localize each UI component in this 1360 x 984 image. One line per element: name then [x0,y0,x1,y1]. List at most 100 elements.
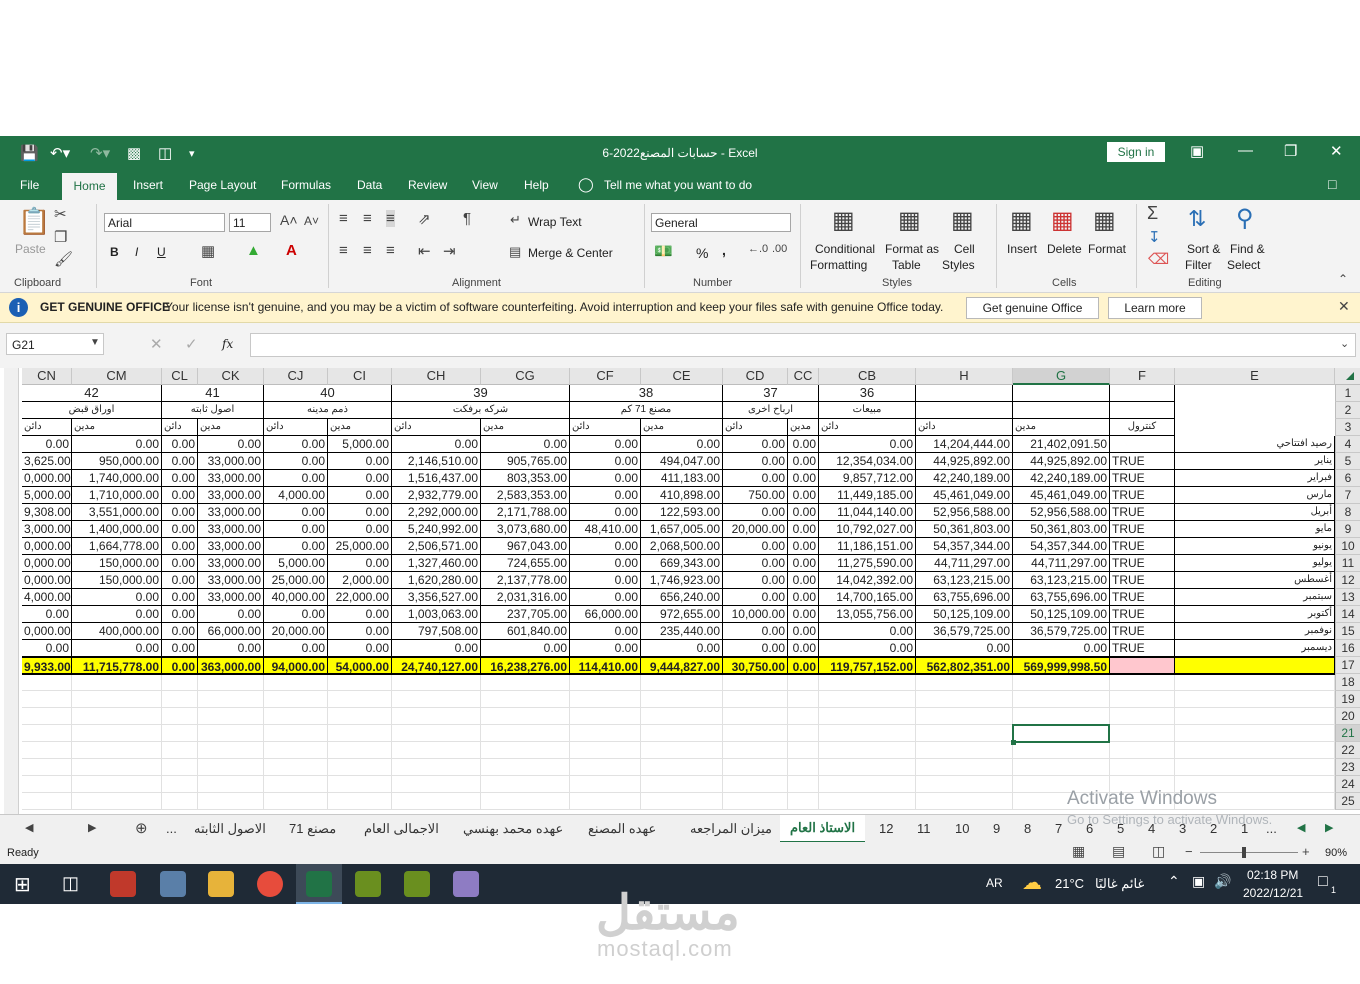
zoom-slider-thumb[interactable] [1242,847,1246,858]
data-cell[interactable]: 66,000.00 [198,623,264,640]
group-number[interactable]: 36 [819,385,916,402]
total-cell[interactable]: 9,933.00 [22,656,72,675]
total-cell[interactable]: 9,444,827.00 [641,656,723,675]
sheet-tab[interactable]: الاصول الثابته [194,821,266,837]
data-cell[interactable]: 656,240.00 [641,589,723,606]
total-cell[interactable]: 0.00 [788,656,819,675]
language-indicator[interactable]: AR [986,876,1003,890]
data-cell[interactable]: 4,000.00 [264,487,328,504]
group-number[interactable]: 42 [22,385,162,402]
fill-icon[interactable]: ↧ [1148,228,1161,246]
data-cell[interactable]: 0.00 [916,640,1013,657]
data-cell[interactable]: 44,925,892.00 [1013,453,1110,470]
data-cell[interactable]: 0.00 [264,640,328,657]
get-genuine-office-button[interactable]: Get genuine Office [966,297,1099,319]
total-cell[interactable]: 363,000.00 [198,656,264,675]
align-left-icon[interactable]: ≡ [339,242,348,259]
data-cell[interactable]: 0.00 [22,640,72,657]
data-cell[interactable]: 63,123,215.00 [1013,572,1110,589]
delete-cells-button[interactable]: Delete [1047,242,1082,256]
clock-date[interactable]: 2022/12/21 [1243,886,1303,900]
notifications-icon[interactable]: □ [1318,873,1328,891]
sheet-tab-8[interactable]: 8 [1024,821,1031,836]
cell-styles-label2[interactable]: Styles [942,258,975,272]
chrome-icon[interactable] [257,871,283,897]
column-header[interactable]: CN [22,368,72,385]
data-cell[interactable]: 50,125,109.00 [916,606,1013,623]
data-cell[interactable]: 972,655.00 [641,606,723,623]
data-cell[interactable]: 0,000.00 [22,470,72,487]
data-cell[interactable]: 44,925,892.00 [916,453,1013,470]
data-cell[interactable]: 0.00 [570,555,641,572]
select-all-icon[interactable] [1346,372,1354,380]
data-cell[interactable]: 669,343.00 [641,555,723,572]
data-cell[interactable]: 9,308.00 [22,504,72,521]
data-cell[interactable]: 0.00 [570,589,641,606]
zoom-level[interactable]: 90% [1325,847,1347,859]
worksheet-grid[interactable]: CN CM CL CK CJ CI CH CG CF CE CD CC CB H G F E 1 2 3 4 5 6 7 8 9 1… [0,368,1360,814]
data-cell[interactable]: 14,204,444.00 [916,436,1013,453]
data-cell[interactable]: 1,620,280.00 [392,572,481,589]
insert-cells-icon[interactable]: ▦ [1010,206,1033,235]
collapse-ribbon-icon[interactable]: ⌃ [1338,272,1348,286]
data-cell[interactable]: 0.00 [162,487,198,504]
data-cell[interactable]: 11,275,590.00 [819,555,916,572]
italic-button[interactable]: I [135,245,138,259]
data-cell[interactable]: 2,932,779.00 [392,487,481,504]
column-header[interactable]: CC [788,368,819,385]
data-cell[interactable]: 0.00 [788,623,819,640]
windows-start-icon[interactable]: ⊞ [14,872,31,897]
formula-input[interactable] [250,333,1356,357]
data-cell[interactable]: 0.00 [570,470,641,487]
data-cell[interactable]: 0.00 [264,436,328,453]
data-cell[interactable]: 5,240,992.00 [392,521,481,538]
data-cell[interactable]: 601,840.00 [481,623,570,640]
paint-3d-icon[interactable] [453,871,479,897]
data-cell[interactable]: 3,625.00 [22,453,72,470]
row-header[interactable]: 13 [1335,589,1360,606]
format-cells-icon[interactable]: ▦ [1093,206,1116,235]
data-cell[interactable]: 0.00 [328,606,392,623]
data-cell[interactable]: 11,449,185.00 [819,487,916,504]
row-label[interactable]: يوليو [1175,555,1335,572]
data-cell[interactable]: 48,410.00 [570,521,641,538]
data-cell[interactable]: 36,579,725.00 [916,623,1013,640]
grow-font-icon[interactable]: A˄ [280,212,298,228]
data-cell[interactable]: 0.00 [264,521,328,538]
data-cell[interactable]: TRUE [1110,487,1175,504]
total-cell[interactable] [1175,656,1335,675]
row-header[interactable]: 12 [1335,572,1360,589]
data-cell[interactable]: 52,956,588.00 [1013,504,1110,521]
data-cell[interactable]: 0.00 [723,623,788,640]
row-label[interactable]: أكتوبر [1175,606,1335,623]
merge-center-icon[interactable]: ▤ [509,244,521,260]
data-cell[interactable]: TRUE [1110,589,1175,606]
data-cell[interactable]: TRUE [1110,623,1175,640]
normal-view-icon[interactable]: ▦ [1072,843,1085,860]
data-cell[interactable]: 0.00 [641,640,723,657]
row-header[interactable]: 23 [1335,759,1360,776]
data-cell[interactable]: 950,000.00 [72,453,162,470]
group-number[interactable]: 37 [723,385,819,402]
column-header[interactable]: CJ [264,368,328,385]
row-header[interactable]: 2 [1335,402,1360,419]
data-cell[interactable]: 33,000.00 [198,555,264,572]
borders-icon[interactable]: ▦ [201,242,215,260]
temperature[interactable]: 21°C [1055,876,1084,891]
shrink-font-icon[interactable]: A˅ [304,214,319,228]
data-cell[interactable]: 0.00 [162,470,198,487]
total-cell[interactable]: 569,999,998.50 [1013,656,1110,675]
data-cell[interactable]: 14,042,392.00 [819,572,916,589]
expand-formula-icon[interactable]: ⌄ [1340,337,1349,350]
increase-decimal-icon[interactable]: ←.0 [748,243,768,255]
data-cell[interactable]: 21,402,091.50 [1013,436,1110,453]
header-cell[interactable] [1110,385,1175,402]
format-as-table-label[interactable]: Format as [885,242,939,256]
data-cell[interactable]: 0.00 [162,436,198,453]
network-icon[interactable]: ▣ [1192,873,1205,890]
total-cell[interactable]: 114,410.00 [570,656,641,675]
row-label[interactable]: مارس [1175,487,1335,504]
wrap-text-button[interactable]: Wrap Text [528,215,582,229]
data-cell[interactable]: 0.00 [788,555,819,572]
data-cell[interactable]: 0.00 [788,470,819,487]
